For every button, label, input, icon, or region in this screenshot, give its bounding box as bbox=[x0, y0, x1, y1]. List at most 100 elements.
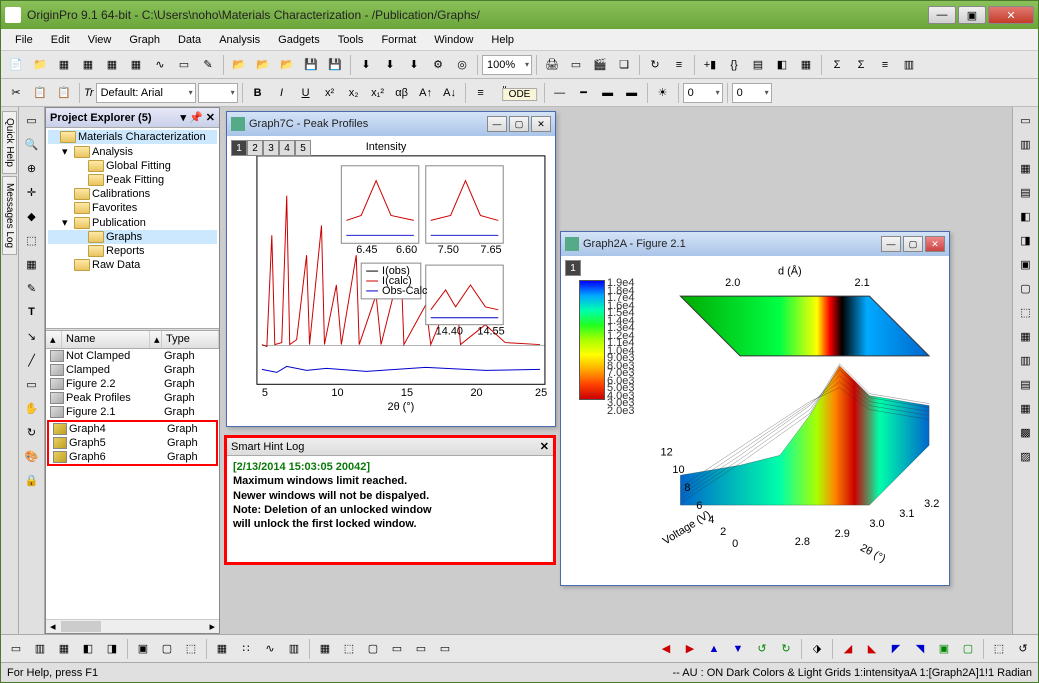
font-combo[interactable]: Default: Arial bbox=[96, 83, 196, 103]
rt-icon[interactable]: ▭ bbox=[1015, 109, 1037, 131]
roi-icon[interactable]: ⬚ bbox=[21, 229, 43, 251]
rt-icon[interactable]: ▦ bbox=[1015, 397, 1037, 419]
new-excel-icon[interactable]: ▦ bbox=[77, 54, 99, 76]
reset-icon[interactable]: ↺ bbox=[1012, 638, 1034, 660]
transfer-icon[interactable]: ▦ bbox=[795, 54, 817, 76]
rotate-icon[interactable]: ↻ bbox=[21, 421, 43, 443]
bt-icon[interactable]: ▣ bbox=[132, 638, 154, 660]
italic-icon[interactable]: I bbox=[271, 82, 293, 104]
menu-analysis[interactable]: Analysis bbox=[211, 32, 268, 48]
greek-icon[interactable]: αβ bbox=[391, 82, 413, 104]
new-layout-icon[interactable]: ▭ bbox=[173, 54, 195, 76]
rot-icon[interactable]: ▼ bbox=[727, 638, 749, 660]
menu-format[interactable]: Format bbox=[373, 32, 424, 48]
bt-icon[interactable]: ▦ bbox=[211, 638, 233, 660]
menu-file[interactable]: File bbox=[7, 32, 41, 48]
list-item[interactable]: Figure 2.1Graph bbox=[46, 405, 219, 419]
list-item[interactable]: Graph6Graph bbox=[49, 450, 216, 464]
layer-tab[interactable]: 1 bbox=[231, 140, 247, 156]
reader-icon[interactable]: ⊕ bbox=[21, 157, 43, 179]
slide-icon[interactable]: ▭ bbox=[565, 54, 587, 76]
colorpick-icon[interactable]: 🎨 bbox=[21, 445, 43, 467]
sup-icon[interactable]: x² bbox=[319, 82, 341, 104]
pointer-icon[interactable]: ▭ bbox=[21, 109, 43, 131]
open-template-icon[interactable]: 📂 bbox=[252, 54, 274, 76]
bt-icon[interactable]: ▢ bbox=[156, 638, 178, 660]
new-project-icon[interactable]: 📄 bbox=[5, 54, 27, 76]
sort-icon[interactable]: ▴ bbox=[150, 331, 162, 348]
tree-item[interactable]: Calibrations bbox=[48, 187, 217, 201]
bt-icon[interactable]: ▭ bbox=[410, 638, 432, 660]
maximize-button[interactable]: ▣ bbox=[958, 6, 986, 24]
bt-icon[interactable]: ∿ bbox=[259, 638, 281, 660]
tree-item[interactable]: Global Fitting bbox=[48, 159, 217, 173]
hint-titlebar[interactable]: Smart Hint Log ✕ bbox=[227, 438, 553, 456]
menu-graph[interactable]: Graph bbox=[121, 32, 168, 48]
zoomin-icon[interactable]: 🔍 bbox=[21, 133, 43, 155]
minimize-button[interactable]: — bbox=[487, 116, 507, 132]
rt-icon[interactable]: ▩ bbox=[1015, 421, 1037, 443]
close-icon[interactable]: ✕ bbox=[540, 440, 549, 453]
new-graph-icon[interactable]: ▦ bbox=[101, 54, 123, 76]
zoom-combo[interactable]: 100% bbox=[482, 55, 532, 75]
rot-icon[interactable]: ▲ bbox=[703, 638, 725, 660]
bt-icon[interactable]: ⬚ bbox=[338, 638, 360, 660]
layer-tab[interactable]: 4 bbox=[279, 140, 295, 156]
quickhelp-tab[interactable]: Quick Help bbox=[2, 111, 17, 174]
fontsize-combo[interactable] bbox=[198, 83, 238, 103]
rt-icon[interactable]: ◨ bbox=[1015, 229, 1037, 251]
menu-data[interactable]: Data bbox=[170, 32, 209, 48]
close-button[interactable]: ✕ bbox=[925, 236, 945, 252]
fontinc-icon[interactable]: A↑ bbox=[415, 82, 437, 104]
col-type[interactable]: Type bbox=[162, 331, 219, 348]
bt-icon[interactable]: ▦ bbox=[314, 638, 336, 660]
text-icon[interactable]: T bbox=[21, 301, 43, 323]
import-wizard-icon[interactable]: ⬇ bbox=[355, 54, 377, 76]
rt-icon[interactable]: ⬚ bbox=[1015, 301, 1037, 323]
menu-window[interactable]: Window bbox=[426, 32, 481, 48]
fill-icon[interactable]: ▬ bbox=[597, 82, 619, 104]
rt-icon[interactable]: ▥ bbox=[1015, 349, 1037, 371]
bt-icon[interactable]: ▥ bbox=[29, 638, 51, 660]
line-icon[interactable]: — bbox=[549, 82, 571, 104]
list-item[interactable]: Graph5Graph bbox=[49, 436, 216, 450]
codebuilder-icon[interactable]: {} bbox=[723, 54, 745, 76]
data-sel-icon[interactable]: ◆ bbox=[21, 205, 43, 227]
bt-icon[interactable]: ▦ bbox=[53, 638, 75, 660]
bt-icon[interactable]: ▭ bbox=[386, 638, 408, 660]
persp-icon[interactable]: ▣ bbox=[933, 638, 955, 660]
mask-icon[interactable]: ▦ bbox=[21, 253, 43, 275]
rt-icon[interactable]: ▥ bbox=[1015, 133, 1037, 155]
addcol-icon[interactable]: +▮ bbox=[699, 54, 721, 76]
layer-tab[interactable]: 1 bbox=[565, 260, 581, 276]
minimize-button[interactable]: — bbox=[928, 6, 956, 24]
close-button[interactable]: ✕ bbox=[988, 6, 1034, 24]
maximize-button[interactable]: ▢ bbox=[903, 236, 923, 252]
menu-view[interactable]: View bbox=[80, 32, 120, 48]
bt-icon[interactable]: ◨ bbox=[101, 638, 123, 660]
pe-list[interactable]: ▴ Name ▴ Type Not ClampedGraphClampedGra… bbox=[46, 331, 219, 619]
list-item[interactable]: Graph4Graph bbox=[49, 422, 216, 436]
rect-icon[interactable]: ▭ bbox=[21, 373, 43, 395]
weight-combo[interactable]: 0 bbox=[683, 83, 723, 103]
digitizer-icon[interactable]: ◧ bbox=[771, 54, 793, 76]
recalc-icon[interactable]: ≡ bbox=[668, 54, 690, 76]
print-icon[interactable]: 🖨 bbox=[541, 54, 563, 76]
layer-tab[interactable]: 2 bbox=[247, 140, 263, 156]
open-icon[interactable]: 📂 bbox=[228, 54, 250, 76]
stats4-icon[interactable]: ▥ bbox=[898, 54, 920, 76]
rt-icon[interactable]: ▦ bbox=[1015, 325, 1037, 347]
cut-icon[interactable]: ✂ bbox=[5, 82, 27, 104]
copy-icon[interactable]: 📋 bbox=[29, 82, 51, 104]
new-notes-icon[interactable]: ✎ bbox=[197, 54, 219, 76]
persp-icon[interactable]: ◤ bbox=[885, 638, 907, 660]
graph2a-titlebar[interactable]: Graph2A - Figure 2.1 — ▢ ✕ bbox=[561, 232, 949, 256]
tree-item[interactable]: ▾Analysis bbox=[48, 144, 217, 159]
bt-icon[interactable]: ▭ bbox=[434, 638, 456, 660]
tree-item[interactable]: ▾Publication bbox=[48, 215, 217, 230]
col-name[interactable]: Name bbox=[62, 331, 150, 348]
new-workbook-icon[interactable]: ▦ bbox=[53, 54, 75, 76]
stats2-icon[interactable]: Σ bbox=[850, 54, 872, 76]
batch-process-icon[interactable]: ⚙ bbox=[427, 54, 449, 76]
line-tool-icon[interactable]: ╱ bbox=[21, 349, 43, 371]
